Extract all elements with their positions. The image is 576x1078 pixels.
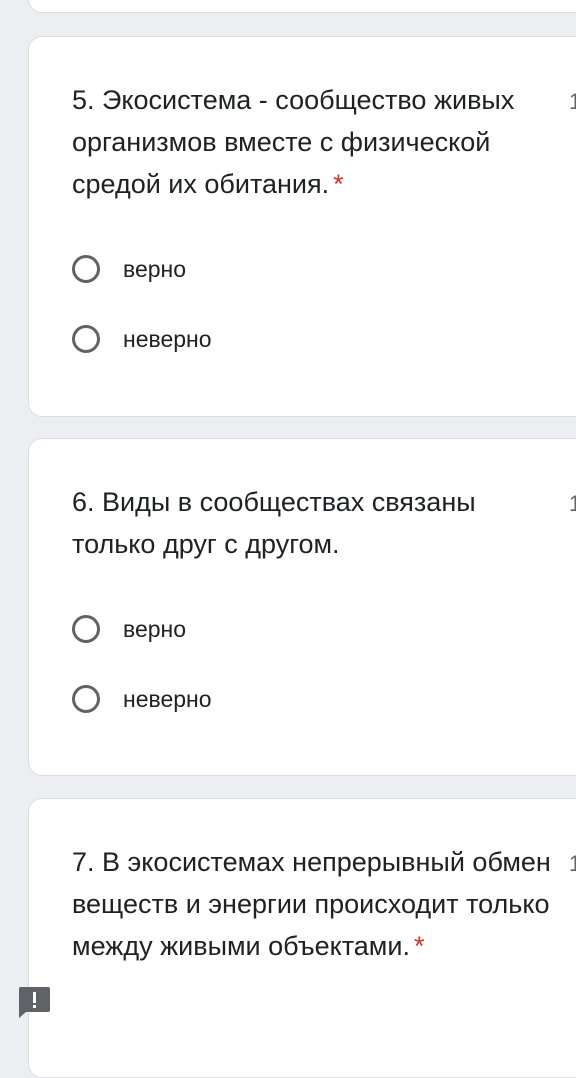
question-title: 7. В экосистемах непрерывный обмен вещес… — [72, 841, 552, 967]
previous-question-card — [28, 0, 576, 13]
question-card-5: 5. Экосистема - сообщество живых организ… — [28, 36, 576, 417]
radio-button[interactable] — [72, 615, 100, 643]
report-problem-button[interactable] — [16, 984, 52, 1020]
points-value: 1 — [569, 89, 576, 114]
question-card-7: 7. В экосистемах непрерывный обмен вещес… — [28, 798, 576, 1078]
radio-button[interactable] — [72, 685, 100, 713]
radio-button[interactable] — [72, 255, 100, 283]
option-label: неверно — [123, 325, 212, 352]
points-value: 1 — [569, 491, 576, 516]
required-asterisk: * — [333, 169, 344, 199]
question-text: 7. В экосистемах непрерывный обмен вещес… — [72, 847, 551, 961]
question-title: 6. Виды в сообществах связаны только дру… — [72, 481, 552, 565]
option-true[interactable]: верно — [72, 609, 186, 649]
option-label: неверно — [123, 685, 212, 712]
question-title: 5. Экосистема - сообщество живых организ… — [72, 79, 552, 205]
required-asterisk: * — [413, 931, 425, 961]
option-false[interactable]: неверно — [72, 679, 212, 719]
question-text: 6. Виды в сообществах связаны только дру… — [72, 487, 476, 559]
report-problem-icon — [18, 987, 50, 1018]
points-value: 1 — [569, 851, 576, 876]
radio-button[interactable] — [72, 325, 100, 353]
option-label: верно — [123, 615, 187, 642]
option-label: верно — [123, 255, 187, 282]
option-true[interactable]: верно — [72, 249, 186, 289]
option-false[interactable]: неверно — [72, 319, 212, 359]
question-card-6: 6. Виды в сообществах связаны только дру… — [28, 438, 576, 776]
question-text: 5. Экосистема - сообщество живых организ… — [72, 85, 515, 199]
